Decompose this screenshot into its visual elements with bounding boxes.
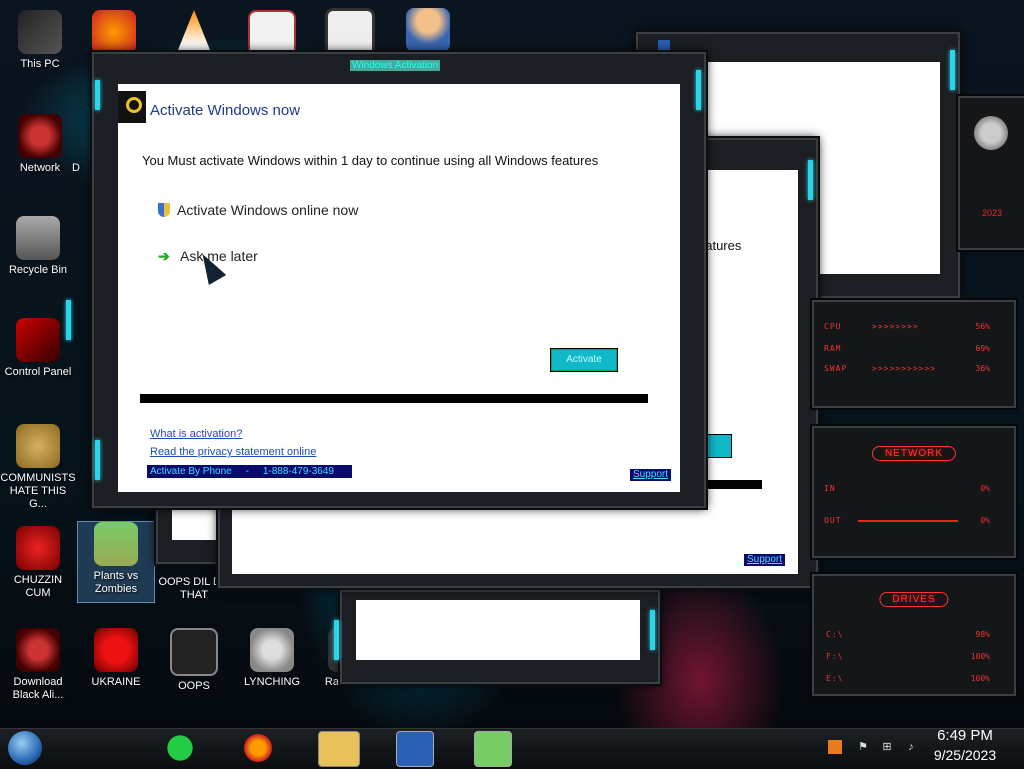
volume-icon[interactable]: ♪ (904, 740, 918, 754)
alien-head-icon (974, 116, 1008, 150)
control-panel-icon (16, 318, 60, 362)
desktop-icon-d[interactable]: D (56, 128, 96, 175)
rope-icon (250, 628, 294, 672)
drive-c-label: C:\ (826, 630, 844, 639)
drive-e-value: 100% (970, 674, 990, 683)
taskbar-firefox[interactable] (240, 731, 276, 765)
desktop-icon-oops[interactable]: OOPS (156, 628, 232, 693)
ram-value: 69% (975, 344, 990, 353)
taskbar-plants-vs-zombies[interactable] (474, 731, 512, 767)
network-out-label: OUT (824, 516, 842, 525)
taskbar-file-explorer[interactable] (318, 731, 360, 767)
window-title: Windows Activation (350, 60, 441, 71)
swap-bar: >>>>>>>>>>> (872, 364, 936, 373)
background-window-4[interactable] (340, 590, 660, 684)
cpu-label: CPU (824, 322, 842, 331)
swap-value: 36% (975, 364, 990, 373)
frame-accent (95, 440, 100, 480)
desktop-icon-lynching[interactable]: LYNCHING (234, 628, 310, 689)
vlc-icon (176, 10, 212, 54)
pc-icon (18, 10, 62, 54)
money-bag-icon (16, 424, 60, 468)
desktop-icon-control-panel[interactable]: Control Panel (0, 318, 76, 379)
word-icon (658, 40, 670, 52)
background-support-link[interactable]: Support (744, 554, 786, 566)
alien-widget: 2023 (958, 96, 1024, 250)
desktop-icon-communists[interactable]: COMMUNISTS HATE THIS G... (0, 424, 76, 511)
cpu-value: 56% (975, 322, 990, 331)
drive-f-label: F:\ (826, 652, 844, 661)
desktop-icon-doctor[interactable] (390, 8, 466, 56)
activation-progress-bar (140, 394, 648, 403)
key-icon (118, 91, 146, 123)
taskbar-notes-app[interactable] (162, 731, 198, 765)
hxd-icon (248, 10, 296, 58)
taskbar (0, 728, 1024, 769)
network-title: NETWORK (871, 446, 957, 461)
ram-label: RAM (824, 344, 842, 353)
tray-app-icon[interactable] (828, 740, 842, 754)
green-arrow-icon: ➔ (158, 248, 170, 264)
frame-accent (808, 160, 813, 200)
doctor-icon (406, 8, 450, 52)
frame-accent (95, 80, 100, 110)
cpu-bar: >>>>>>>> (872, 322, 919, 331)
privacy-statement-link[interactable]: Read the privacy statement online (150, 446, 316, 458)
taskbar-word[interactable] (396, 731, 434, 767)
dialog-heading: Activate Windows now (150, 102, 301, 119)
alien-icon (16, 628, 60, 672)
flag-icon[interactable]: ⚑ (856, 740, 870, 754)
activate-by-phone-link[interactable]: Activate By Phone - 1-888-479-3649 (147, 465, 352, 478)
frame-accent (650, 610, 655, 650)
desktop-icon-ukraine[interactable]: UKRAINE (78, 628, 154, 689)
clock-date[interactable]: 9/25/2023 (930, 747, 1000, 763)
activate-online-option[interactable]: Activate Windows online now (177, 202, 358, 218)
drive-c-value: 98% (975, 630, 990, 639)
desktop-icon-vlc[interactable] (156, 10, 232, 58)
drive-e-label: E:\ (826, 674, 844, 683)
network-widget: NETWORK IN 0% OUT 0% (812, 426, 1016, 558)
desktop-icon-download-alien[interactable]: Download Black Ali... (0, 628, 76, 702)
frame-accent (334, 620, 339, 660)
desktop-icon-chuzzin[interactable]: CHUZZIN CUM (0, 526, 76, 600)
desktop-icon-recycle-bin[interactable]: Recycle Bin (0, 216, 76, 277)
network-out-value: 0% (980, 516, 990, 525)
swap-label: SWAP (824, 364, 848, 373)
network-tray-icon[interactable]: ⊞ (880, 740, 894, 754)
oops2-icon (170, 628, 218, 676)
firefox-icon (92, 10, 136, 54)
network-in-value: 0% (980, 484, 990, 493)
frame-accent (696, 70, 701, 110)
clock-time[interactable]: 6:49 PM (930, 727, 1000, 744)
radiation-icon (94, 628, 138, 672)
start-button[interactable] (8, 731, 42, 765)
frame-accent (950, 50, 955, 90)
game-icon (325, 8, 375, 58)
network-out-graph (858, 520, 958, 522)
recycle-bin-icon (16, 216, 60, 260)
chuzzle-icon (16, 526, 60, 570)
drives-title: DRIVES (879, 592, 949, 607)
shield-icon (158, 203, 170, 217)
drive-f-value: 100% (970, 652, 990, 661)
support-link[interactable]: Support (630, 469, 672, 481)
network-in-label: IN (824, 484, 836, 493)
frame-accent (66, 300, 71, 340)
activate-button[interactable]: Activate (550, 348, 618, 372)
drives-widget: DRIVES C:\ 98% F:\ 100% E:\ 100% (812, 574, 1016, 696)
what-is-activation-link[interactable]: What is activation? (150, 428, 242, 440)
plants-icon (94, 522, 138, 566)
system-stats-widget: CPU >>>>>>>> 56% RAM 69% SWAP >>>>>>>>>>… (812, 300, 1016, 408)
desktop-icon-plants-vs-zombies[interactable]: Plants vs Zombies (77, 521, 155, 603)
dialog-message: You Must activate Windows within 1 day t… (142, 153, 599, 168)
alien-caption: 2023 (982, 208, 1003, 218)
desktop-icon-this-pc[interactable]: This PC (2, 10, 78, 71)
